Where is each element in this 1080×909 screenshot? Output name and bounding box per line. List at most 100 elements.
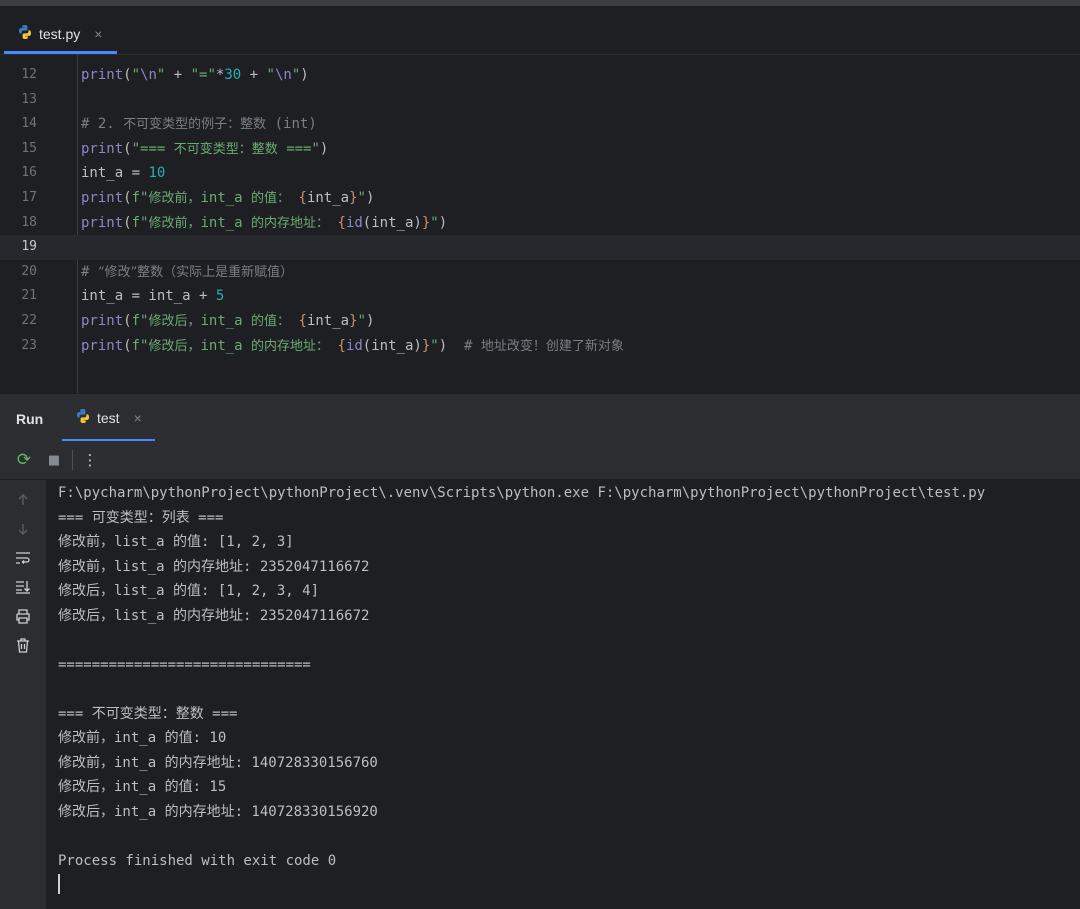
code-token: int_a — [306, 313, 350, 329]
code-line[interactable]: 15 print("=== 不可变类型：整数 ===") — [0, 137, 1080, 162]
code-token: " — [357, 313, 366, 329]
code-text: print(f"修改后，int_a 的值： {int_a}") — [81, 309, 374, 335]
line-number[interactable]: 21 — [0, 284, 37, 309]
line-number[interactable]: 18 — [0, 211, 37, 236]
run-sidebar — [0, 480, 47, 909]
code-token: " — [430, 214, 439, 231]
line-number[interactable]: 13 — [0, 88, 37, 113]
code-token: " — [291, 67, 301, 83]
line-number[interactable]: 15 — [0, 137, 37, 162]
code-token: } — [349, 313, 358, 329]
code-token: } — [349, 190, 358, 206]
code-line[interactable]: 22 print(f"修改后，int_a 的值： {int_a}") — [0, 309, 1080, 334]
code-text: # “修改”整数（实际上是重新赋值） — [81, 260, 293, 286]
print-icon[interactable] — [12, 605, 34, 627]
console-line: 修改后，int_a 的值: 15 — [58, 779, 227, 795]
code-token: + — [241, 67, 267, 83]
code-line[interactable]: 18 print(f"修改前，int_a 的内存地址： {id(int_a)}") — [0, 211, 1080, 236]
code-token: int_a = int_a + — [81, 288, 216, 305]
code-token: print — [81, 337, 124, 354]
code-token: 修改前， — [148, 191, 201, 206]
code-token: print — [81, 140, 124, 157]
code-token: f" — [131, 313, 149, 329]
code-line[interactable]: 14 # 2. 不可变类型的例子：整数 (int) — [0, 112, 1080, 137]
code-token: f" — [131, 214, 149, 231]
code-text: # 2. 不可变类型的例子：整数 (int) — [81, 112, 317, 138]
code-line[interactable]: 19 — [0, 235, 1080, 260]
line-number[interactable]: 23 — [0, 334, 37, 359]
code-token: "=" — [190, 67, 216, 83]
code-token: { — [298, 190, 307, 206]
code-token: 修改后， — [148, 338, 201, 354]
code-token: ) — [300, 67, 309, 83]
close-icon[interactable]: × — [134, 410, 142, 426]
code-line[interactable]: 23 print(f"修改后，int_a 的内存地址： {id(int_a)}")… — [0, 334, 1080, 359]
line-number[interactable]: 12 — [0, 63, 37, 88]
code-token: 30 — [224, 67, 242, 83]
scroll-to-end-icon[interactable] — [12, 576, 34, 598]
code-line[interactable]: 17 print(f"修改前，int_a 的值： {int_a}") — [0, 186, 1080, 211]
code-token: id — [345, 214, 363, 231]
code-token: print — [81, 214, 124, 231]
code-line[interactable]: 20 # “修改”整数（实际上是重新赋值） — [0, 260, 1080, 285]
code-token: ( — [123, 214, 132, 231]
code-token: # 2. — [81, 116, 124, 133]
code-line[interactable]: 12 print("\n" + "="*30 + "\n") — [0, 63, 1080, 88]
code-token: print — [81, 313, 124, 329]
stop-icon[interactable]: ■ — [44, 450, 64, 470]
code-text: print("=== 不可变类型：整数 ===") — [81, 137, 328, 163]
active-tab-indicator — [4, 51, 117, 54]
code-token: 修改后， — [148, 314, 201, 329]
line-number[interactable]: 22 — [0, 309, 37, 334]
code-token: 不可变类型：整数 — [173, 141, 278, 157]
code-token: { — [298, 313, 307, 329]
close-icon[interactable]: × — [94, 26, 102, 42]
code-token: print — [81, 67, 124, 83]
code-token: \n — [140, 67, 157, 83]
code-token: (int_a) — [362, 337, 422, 354]
python-icon — [17, 24, 33, 44]
code-token: } — [421, 337, 431, 354]
console-line: 修改后，list_a 的值: [1, 2, 3, 4] — [58, 583, 320, 599]
console-line: Process finished with exit code 0 — [58, 852, 337, 869]
code-token: 5 — [215, 288, 225, 305]
code-token: ) — [319, 140, 329, 157]
python-icon — [75, 408, 91, 428]
code-token: 的内存地址： — [251, 338, 330, 354]
line-number[interactable]: 16 — [0, 161, 37, 186]
code-line[interactable]: 21 int_a = int_a + 5 — [0, 284, 1080, 309]
code-token: 地址改变！创建了新对象 — [480, 338, 624, 354]
code-token: ( — [123, 190, 132, 206]
run-tab-test[interactable]: test × — [62, 394, 155, 442]
code-token: (int_a) — [362, 214, 422, 231]
more-options-icon[interactable]: ⋮ — [80, 450, 100, 470]
code-token: int_a — [200, 190, 252, 206]
line-number[interactable]: 14 — [0, 112, 37, 137]
code-token: f" — [131, 190, 149, 206]
line-number[interactable]: 19 — [0, 235, 37, 260]
code-line[interactable]: 13 — [0, 88, 1080, 113]
code-token: 不可变类型的例子：整数 — [123, 117, 267, 133]
run-panel-header: Run test × — [0, 393, 1080, 442]
run-console-output[interactable]: F:\pycharm\pythonProject\pythonProject\.… — [47, 480, 1080, 909]
code-text: int_a = int_a + 5 — [81, 284, 224, 309]
line-number[interactable]: 20 — [0, 260, 37, 285]
rerun-icon[interactable]: ⟳ — [14, 450, 34, 470]
console-line: 修改前，list_a 的内存地址: 2352047116672 — [58, 558, 370, 575]
down-arrow-icon[interactable] — [12, 518, 34, 540]
console-line: 修改前，list_a 的值: [1, 2, 3] — [58, 534, 294, 550]
code-editor[interactable]: 12 print("\n" + "="*30 + "\n") 13 14 # 2. 不可… — [0, 55, 1080, 393]
line-number[interactable]: 17 — [0, 186, 37, 211]
soft-wrap-icon[interactable] — [12, 547, 34, 569]
code-token: ) — [365, 313, 375, 329]
tab-test-py[interactable]: test.py × — [4, 14, 117, 54]
code-token: 的值： — [251, 314, 291, 329]
trash-icon[interactable] — [12, 634, 34, 656]
code-token: ) — [365, 190, 375, 206]
code-line[interactable]: 16 int_a = 10 — [0, 161, 1080, 186]
code-text: print(f"修改前，int_a 的内存地址： {id(int_a)}") — [81, 211, 447, 237]
up-arrow-icon[interactable] — [12, 489, 34, 511]
